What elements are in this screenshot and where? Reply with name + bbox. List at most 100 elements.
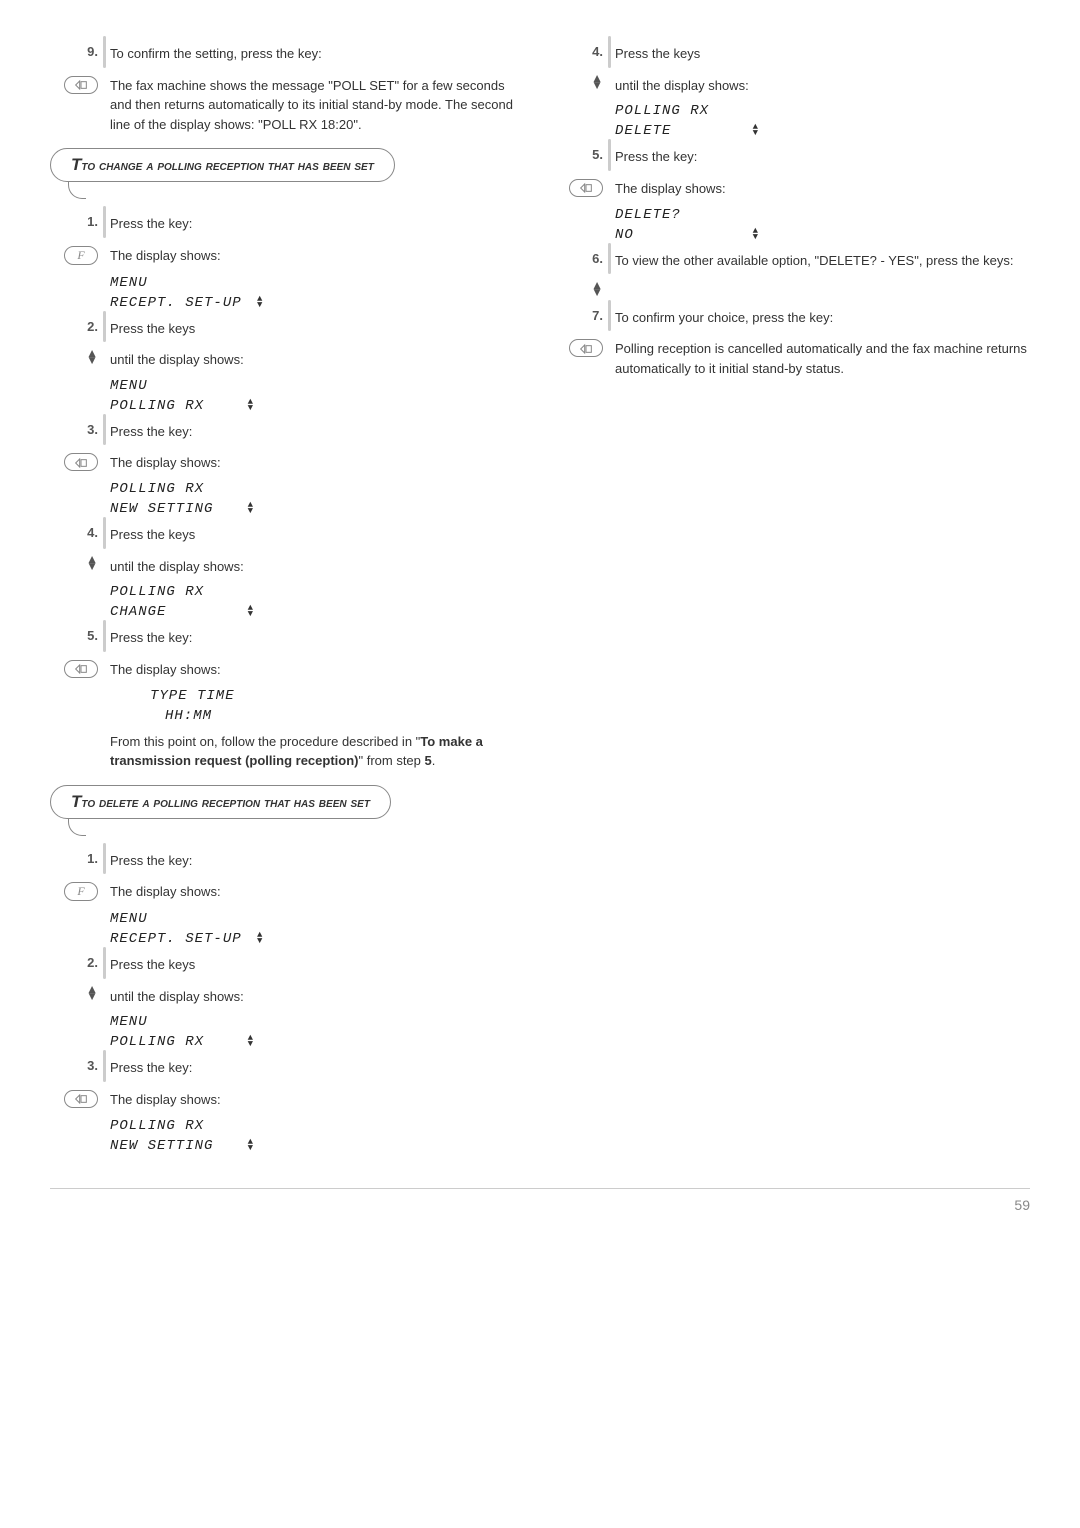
arrow-icon: ▲▼ [248,1139,254,1151]
updown-key-icon: ▲▼ [591,282,603,296]
display-line-1: MENU [110,1014,525,1030]
display-line-2: CHANGE ▲▼ [110,604,525,620]
delete-step-3: 3. Press the key: [50,1054,525,1078]
arrow-icon: ▲▼ [248,399,254,411]
delete-step-2: 2. Press the keys [50,951,525,975]
arrow-icon: ▲▼ [257,296,263,308]
delete-step-4: 4. Press the keys [555,40,1030,64]
display-line-2: NO ▲▼ [615,227,1030,243]
start-key-icon [64,453,98,471]
section-delete-header: TTo delete a polling reception that has … [50,785,525,837]
start-key-icon [569,339,603,357]
display-line-2: RECEPT. SET-UP ▲▼ [110,931,525,947]
step-number: 2. [87,319,98,334]
arrow-icon: ▲▼ [753,228,759,240]
display-line-2: POLLING RX ▲▼ [110,1034,525,1050]
updown-key-icon: ▲▼ [86,986,98,1000]
page-number: 59 [50,1188,1030,1213]
display-line-1: MENU [110,378,525,394]
arrow-icon: ▲▼ [753,124,759,136]
start-key-icon [64,660,98,678]
section-title: To delete a polling reception that has b… [81,794,370,810]
change-step-1: 1. Press the key: [50,210,525,234]
step-text: Press the keys [110,951,525,975]
step-number: 1. [87,851,98,866]
step-number: 9. [87,44,98,59]
display-line-1: MENU [110,911,525,927]
step-text: To view the other available option, "DEL… [615,247,1030,271]
display-line-2: HH:MM [165,708,525,724]
display-line-2: NEW SETTING ▲▼ [110,1138,525,1154]
step-number: 3. [87,1058,98,1073]
step-after: until the display shows: [110,553,525,577]
display-line-1: POLLING RX [110,1118,525,1134]
step-text: To confirm your choice, press the key: [615,304,1030,328]
display-line-1: POLLING RX [110,481,525,497]
step-after: The display shows: [110,242,525,266]
arrow-icon: ▲▼ [248,1035,254,1047]
step-number: 3. [87,422,98,437]
display-line-2: NEW SETTING ▲▼ [110,501,525,517]
arrow-icon: ▲▼ [248,502,254,514]
step-number: 4. [592,44,603,59]
step-after: The display shows: [110,878,525,902]
start-key-icon [64,76,98,94]
step-after: until the display shows: [110,346,525,370]
f-key-icon: F [64,246,98,265]
step-note: From this point on, follow the procedure… [110,728,525,771]
display-line-1: MENU [110,275,525,291]
section-change-header: TTo change a polling reception that has … [50,148,525,200]
change-step-3: 3. Press the key: [50,418,525,442]
display-line-2: POLLING RX ▲▼ [110,398,525,414]
updown-key-icon: ▲▼ [86,556,98,570]
change-step-4: 4. Press the keys [50,521,525,545]
display-line-1: POLLING RX [110,584,525,600]
step-number: 4. [87,525,98,540]
step-text: Press the key: [110,1054,525,1078]
f-key-icon: F [64,882,98,901]
step-after: The display shows: [110,449,525,473]
step-desc: The fax machine shows the message "POLL … [110,72,525,135]
start-key-icon [64,1090,98,1108]
change-step-2: 2. Press the keys [50,315,525,339]
step-number: 2. [87,955,98,970]
step-number: 5. [592,147,603,162]
delete-step-6: 6. To view the other available option, "… [555,247,1030,271]
step-number: 1. [87,214,98,229]
step-after: The display shows: [110,656,525,680]
step-desc: Polling reception is cancelled automatic… [615,335,1030,378]
delete-step-7: 7. To confirm your choice, press the key… [555,304,1030,328]
step-after: The display shows: [110,1086,525,1110]
display-line-1: POLLING RX [615,103,1030,119]
arrow-icon: ▲▼ [248,605,254,617]
step-number: 6. [592,251,603,266]
step-text: Press the key: [110,624,525,648]
step-9: 9. To confirm the setting, press the key… [50,40,525,64]
step-after: The display shows: [615,175,1030,199]
display-line-1: TYPE TIME [150,688,525,704]
change-step-5: 5. Press the key: [50,624,525,648]
display-line-2: RECEPT. SET-UP ▲▼ [110,295,525,311]
updown-key-icon: ▲▼ [86,350,98,364]
step-9-key: The fax machine shows the message "POLL … [50,72,525,135]
step-number: 5. [87,628,98,643]
display-line-1: DELETE? [615,207,1030,223]
delete-step-5: 5. Press the key: [555,143,1030,167]
display-line-2: DELETE ▲▼ [615,123,1030,139]
step-text: Press the key: [110,418,525,442]
step-number: 7. [592,308,603,323]
step-text: Press the key: [110,847,525,871]
start-key-icon [569,179,603,197]
step-text: Press the keys [615,40,1030,64]
step-text: Press the keys [110,521,525,545]
step-after: until the display shows: [615,72,1030,96]
section-title: To change a polling reception that has b… [81,157,373,173]
step-text: Press the keys [110,315,525,339]
step-after: until the display shows: [110,983,525,1007]
step-text: Press the key: [615,143,1030,167]
delete-step-1: 1. Press the key: [50,847,525,871]
step-text: Press the key: [110,210,525,234]
step-text: To confirm the setting, press the key: [110,40,525,64]
updown-key-icon: ▲▼ [591,75,603,89]
arrow-icon: ▲▼ [257,932,263,944]
